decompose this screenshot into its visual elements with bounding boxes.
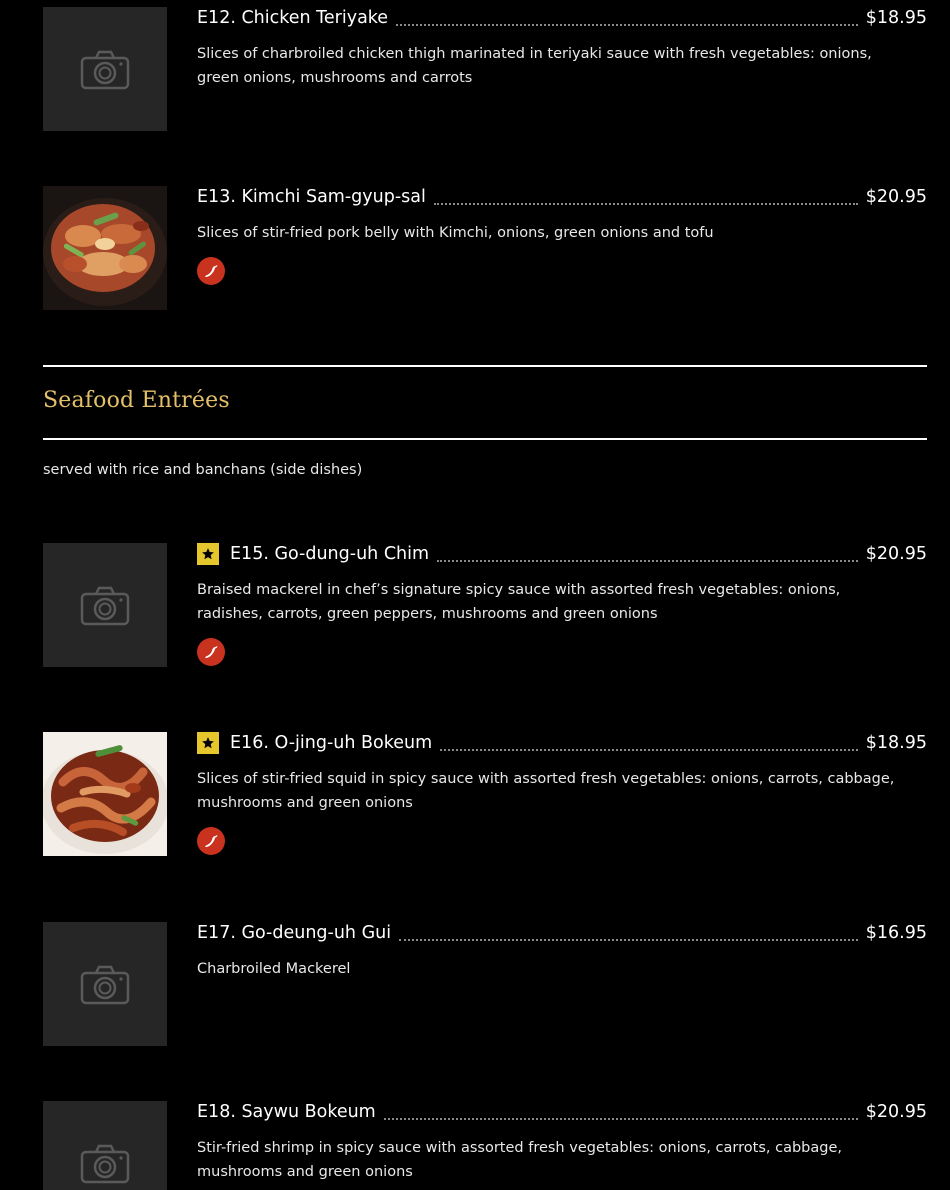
item-name: E15. Go-dung-uh Chim: [230, 544, 430, 564]
item-price: $18.95: [865, 733, 927, 753]
item-description: Slices of stir-fried pork belly with Kim…: [197, 225, 714, 241]
spicy-badge: [197, 257, 225, 285]
camera-icon: [80, 50, 130, 90]
item-name: E18. Saywu Bokeum: [197, 1102, 376, 1122]
star-icon: [202, 737, 214, 749]
food-photo-image: [43, 732, 167, 856]
item-price: $18.95: [865, 8, 927, 28]
camera-icon: [80, 965, 130, 1005]
chili-pepper-icon: [205, 646, 218, 658]
section-note: served with rice and banchans (side dish…: [43, 462, 363, 478]
chili-pepper-icon: [205, 835, 218, 847]
item-name: E12. Chicken Teriyake: [197, 8, 389, 28]
camera-icon: [80, 1144, 130, 1184]
item-description: Slices of stir-fried squid in spicy sauc…: [197, 771, 895, 811]
item-food-photo[interactable]: [43, 186, 167, 310]
leader-dots: [440, 749, 858, 751]
chili-pepper-icon: [205, 265, 218, 277]
featured-badge: [197, 543, 219, 565]
spicy-badge: [197, 638, 225, 666]
item-image-placeholder[interactable]: [43, 7, 167, 131]
item-price: $20.95: [865, 544, 927, 564]
leader-dots: [383, 1118, 858, 1120]
food-photo-image: [43, 186, 167, 310]
spicy-badge: [197, 827, 225, 855]
section-divider-bottom: [43, 438, 927, 440]
item-description: Stir-fried shrimp in spicy sauce with as…: [197, 1140, 842, 1180]
section-divider-top: [43, 365, 927, 367]
featured-badge: [197, 732, 219, 754]
star-icon: [202, 548, 214, 560]
section-title: Seafood Entrées: [43, 388, 230, 413]
item-description: Slices of charbroiled chicken thigh mari…: [197, 46, 872, 86]
camera-icon: [80, 586, 130, 626]
leader-dots: [396, 24, 858, 26]
item-description: Braised mackerel in chef’s signature spi…: [197, 582, 841, 622]
item-name: E13. Kimchi Sam-gyup-sal: [197, 187, 426, 207]
menu-page: E12. Chicken Teriyake $18.95 Slices of c…: [0, 0, 950, 1190]
item-description: Charbroiled Mackerel: [197, 961, 351, 977]
leader-dots: [437, 560, 858, 562]
item-image-placeholder[interactable]: [43, 1101, 167, 1190]
item-price: $20.95: [865, 1102, 927, 1122]
item-image-placeholder[interactable]: [43, 922, 167, 1046]
item-price: $20.95: [865, 187, 927, 207]
item-price: $16.95: [865, 923, 927, 943]
item-food-photo[interactable]: [43, 732, 167, 856]
leader-dots: [399, 939, 858, 941]
item-name: E16. O-jing-uh Bokeum: [230, 733, 433, 753]
leader-dots: [433, 203, 858, 205]
item-name: E17. Go-deung-uh Gui: [197, 923, 392, 943]
item-image-placeholder[interactable]: [43, 543, 167, 667]
